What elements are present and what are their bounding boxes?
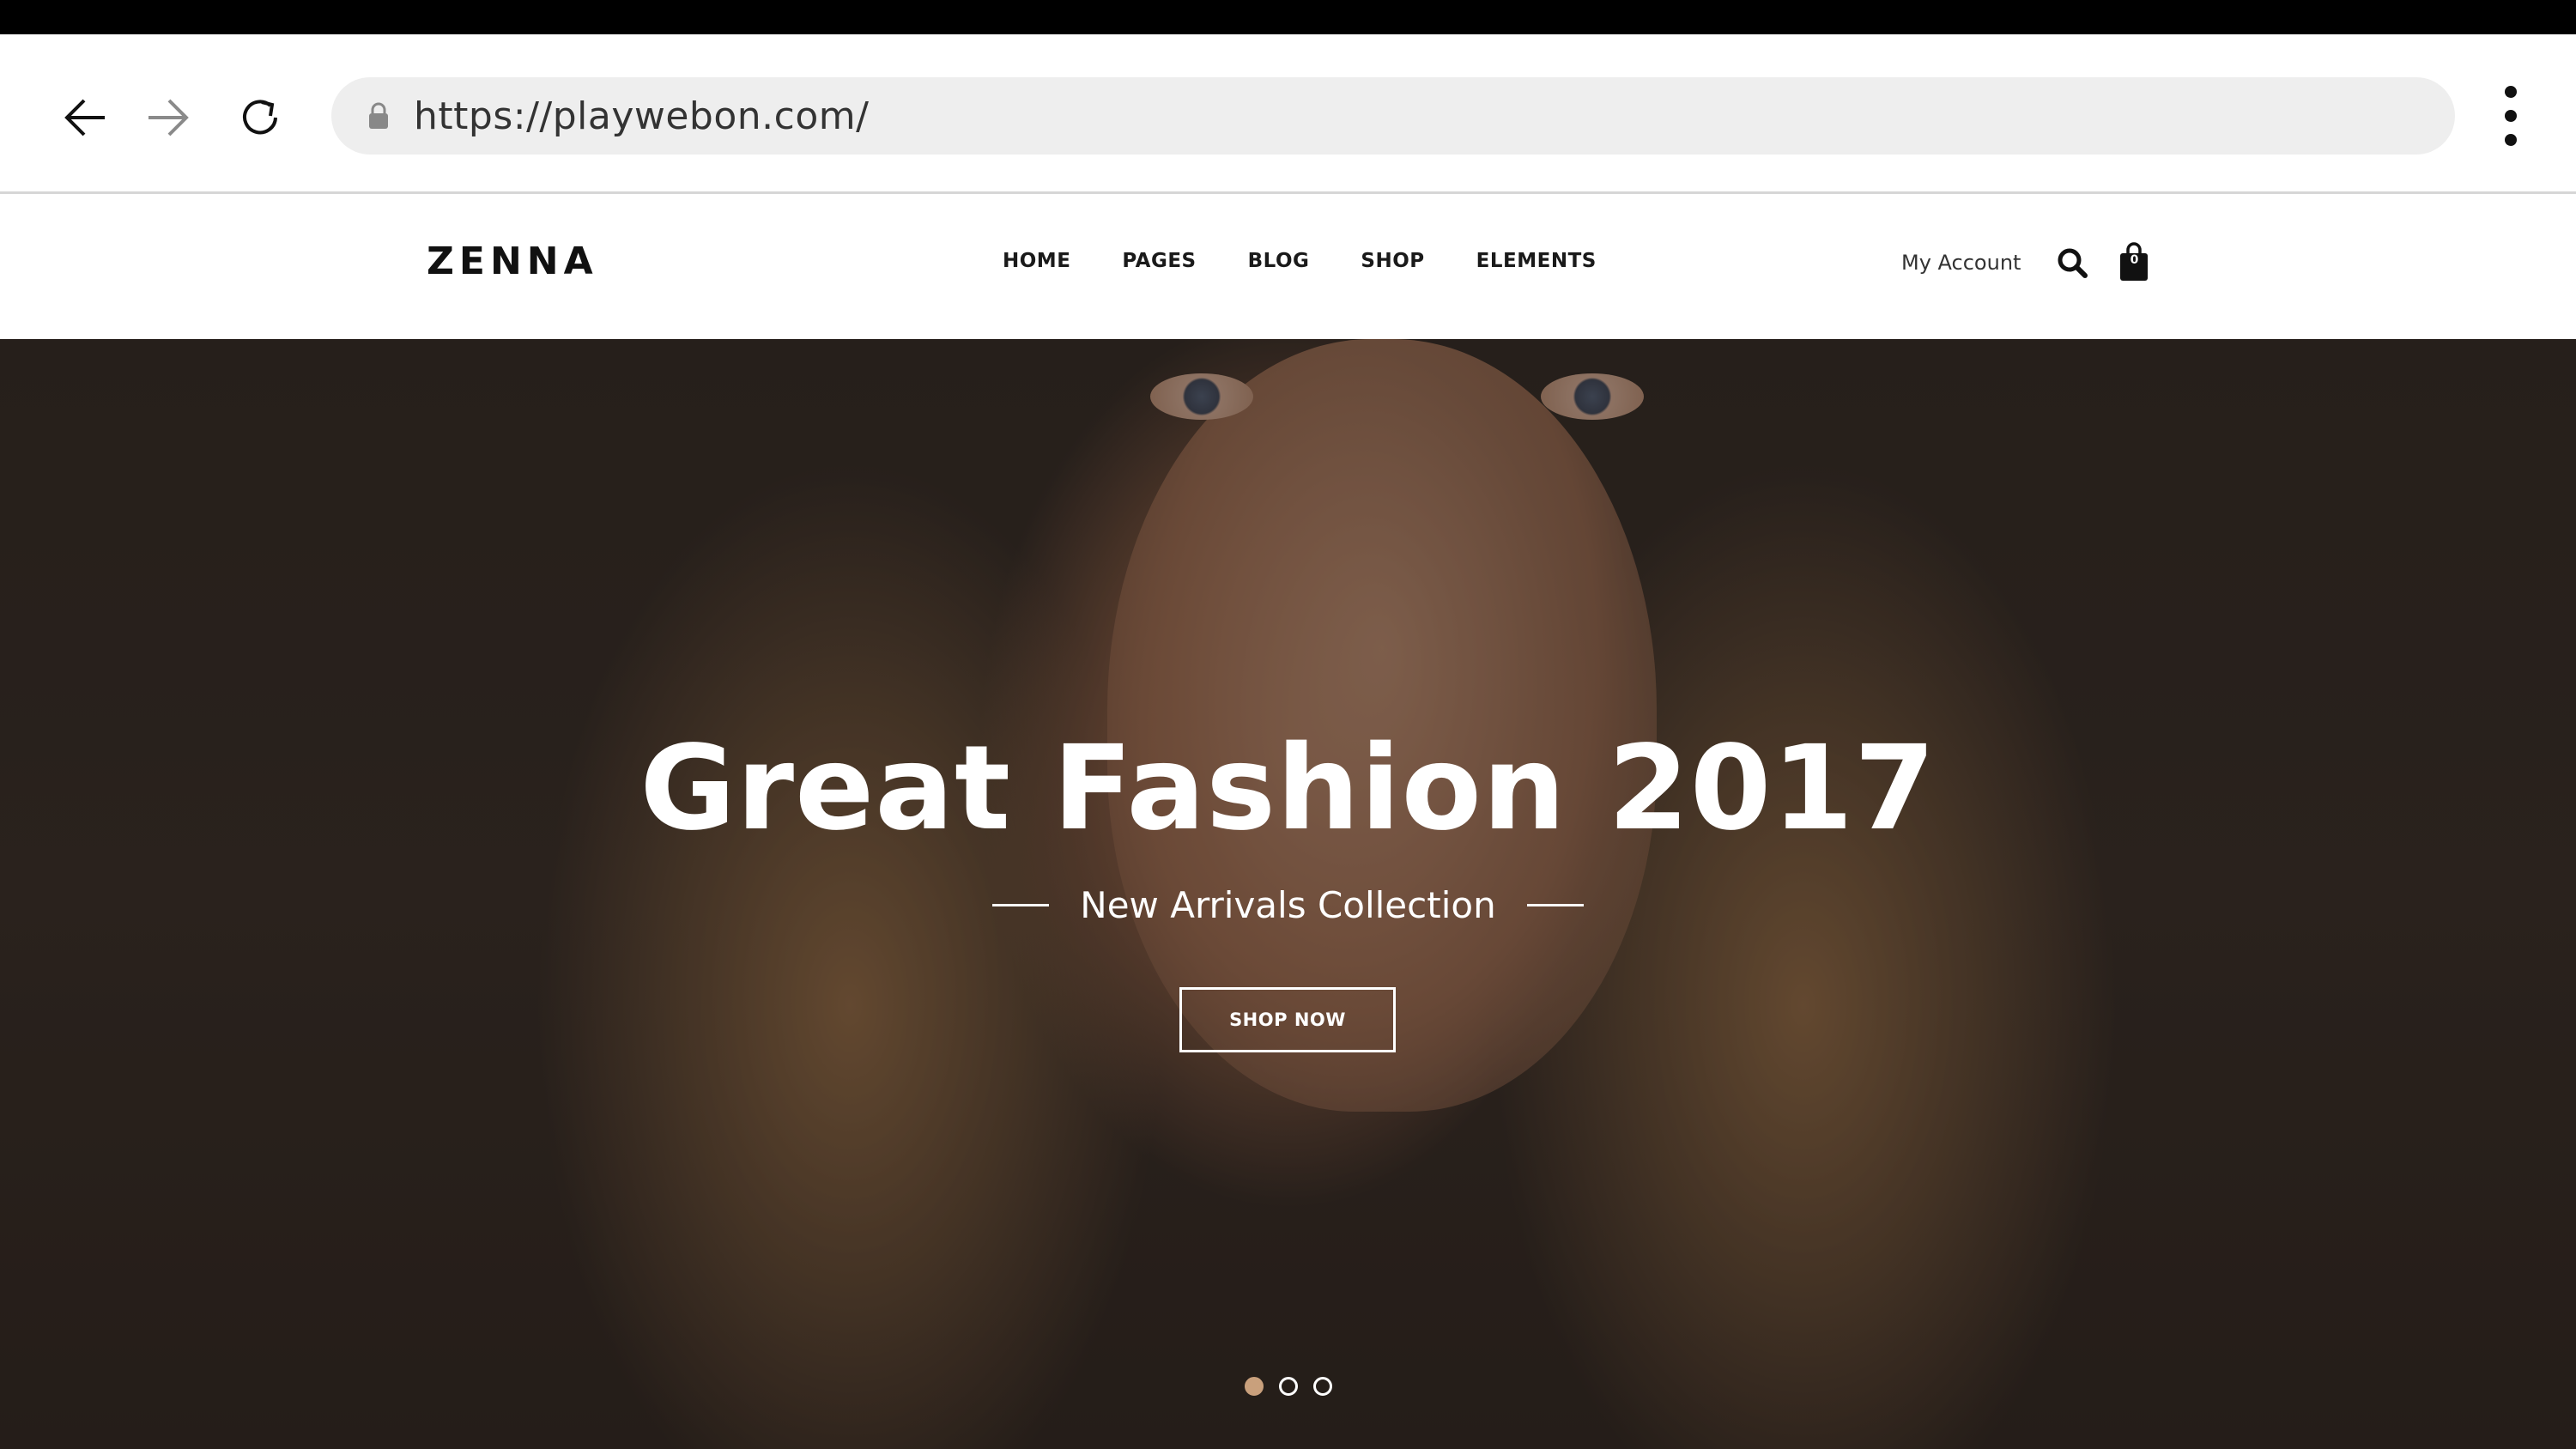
nav-item-blog[interactable]: BLOG xyxy=(1248,250,1310,272)
divider-line xyxy=(1526,904,1584,906)
hero-subtitle-row: New Arrivals Collection xyxy=(0,884,2576,926)
more-vertical-icon[interactable] xyxy=(2485,77,2537,155)
nav-item-shop[interactable]: SHOP xyxy=(1361,250,1424,272)
search-icon[interactable] xyxy=(2055,246,2089,280)
back-button[interactable] xyxy=(47,79,124,156)
arrow-right-icon xyxy=(148,99,189,136)
browser-toolbar: https://playwebon.com/ xyxy=(0,34,2576,194)
shop-now-button[interactable]: SHOP NOW xyxy=(1179,987,1396,1052)
slider-dot-2[interactable] xyxy=(1278,1377,1298,1396)
device-status-bar xyxy=(0,0,2576,34)
main-navigation: HOME PAGES BLOG SHOP ELEMENTS xyxy=(1003,250,1597,272)
hero-title: Great Fashion 2017 xyxy=(639,721,1937,857)
cart-count-badge: 0 xyxy=(2130,253,2139,267)
divider-line xyxy=(992,904,1050,906)
slider-dot-1[interactable] xyxy=(1244,1377,1264,1396)
address-bar[interactable]: https://playwebon.com/ xyxy=(331,77,2455,155)
my-account-link[interactable]: My Account xyxy=(1901,251,2021,275)
header-actions: My Account 0 xyxy=(1901,241,2153,284)
forward-button[interactable] xyxy=(129,79,206,156)
site-header: ZENNA HOME PAGES BLOG SHOP ELEMENTS My A… xyxy=(0,197,2576,339)
hero-slider: Great Fashion 2017 New Arrivals Collecti… xyxy=(0,339,2576,1449)
slider-dot-3[interactable] xyxy=(1312,1377,1332,1396)
shopping-bag-icon[interactable]: 0 xyxy=(2118,241,2153,284)
reload-icon xyxy=(243,100,277,135)
url-text: https://playwebon.com/ xyxy=(414,94,870,138)
slider-pagination xyxy=(0,1377,2576,1396)
arrow-left-icon xyxy=(64,99,105,136)
site-logo[interactable]: ZENNA xyxy=(427,239,598,283)
nav-item-elements[interactable]: ELEMENTS xyxy=(1476,250,1597,272)
hero-subtitle: New Arrivals Collection xyxy=(1080,884,1496,926)
nav-item-pages[interactable]: PAGES xyxy=(1122,250,1196,272)
lock-icon xyxy=(366,99,391,133)
reload-button[interactable] xyxy=(221,79,299,156)
nav-item-home[interactable]: HOME xyxy=(1003,250,1070,272)
